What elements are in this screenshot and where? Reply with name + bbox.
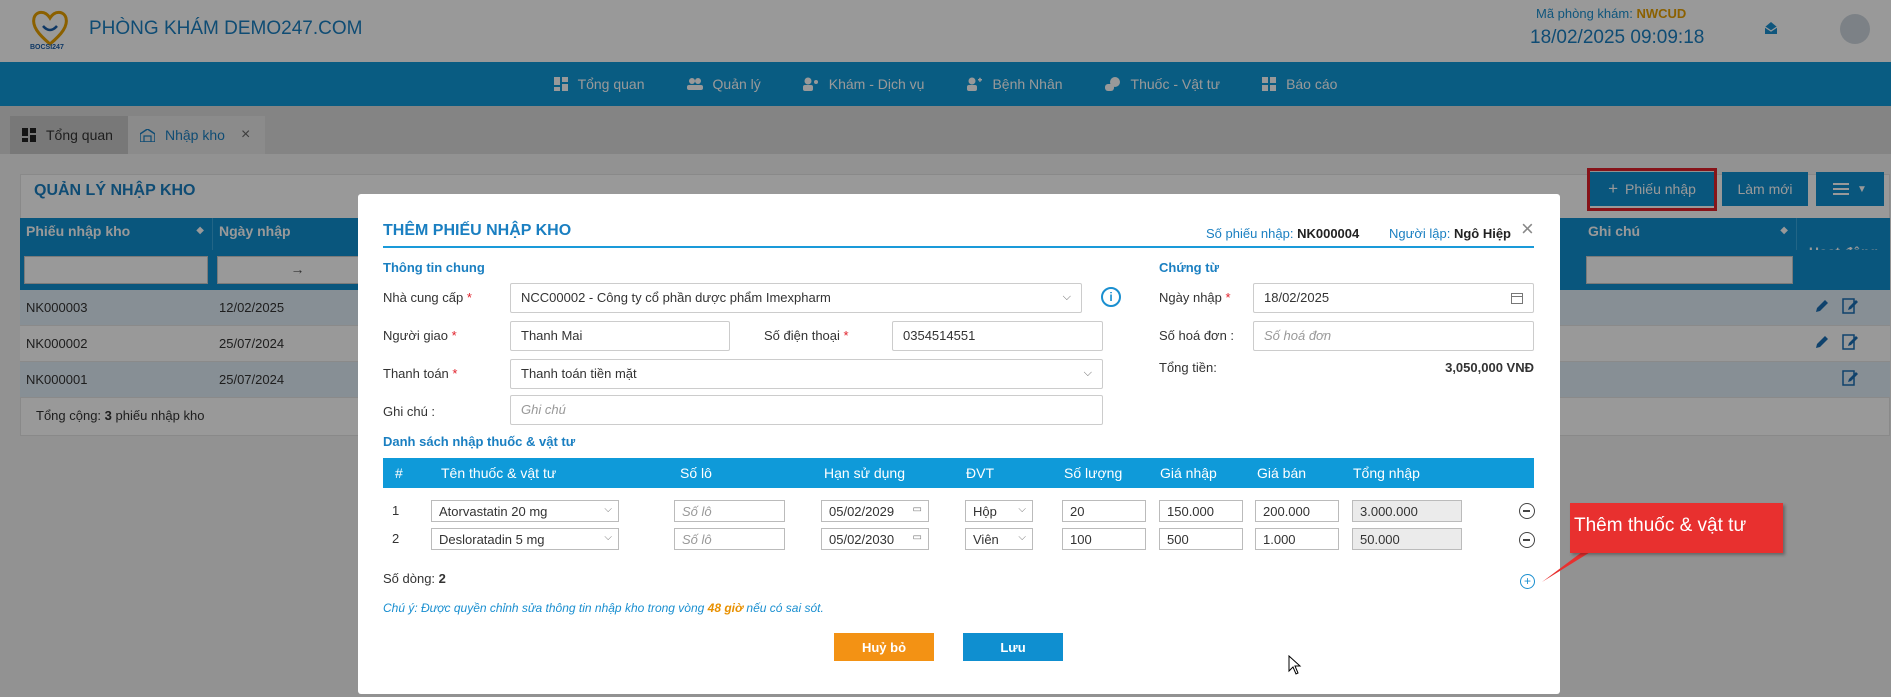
section-general: Thông tin chung (383, 260, 485, 275)
sale-price-input[interactable]: 1.000 (1255, 528, 1339, 550)
calendar-icon: ▭ (912, 504, 922, 515)
payment-label: Thanh toán * (383, 366, 458, 381)
import-price-input[interactable]: 500 (1159, 528, 1243, 550)
modal-title: THÊM PHIẾU NHẬP KHO (383, 222, 572, 239)
quantity-input[interactable]: 20 (1062, 500, 1146, 522)
lot-input[interactable]: Số lô (674, 500, 785, 522)
info-icon[interactable]: i (1101, 287, 1121, 307)
callout-add-item: Thêm thuốc & vật tư (1570, 503, 1783, 553)
item-number: 2 (392, 531, 400, 546)
section-item-list: Danh sách nhập thuốc & vật tư (383, 434, 576, 449)
chevron-down-icon: ⌵ (1062, 291, 1071, 303)
chevron-down-icon: ⌵ (604, 532, 612, 543)
sale-price-input[interactable]: 200.000 (1255, 500, 1339, 522)
mouse-cursor-icon (1288, 655, 1302, 675)
item-total: 3.000.000 (1352, 500, 1462, 522)
edit-note: Chú ý: Được quyền chỉnh sửa thông tin nh… (383, 601, 824, 615)
phone-input[interactable]: 0354514551 (892, 321, 1103, 351)
items-grid-header: # Tên thuốc & vật tư Số lô Hạn sử dụng Đ… (383, 458, 1534, 488)
note-label: Ghi chú : (383, 404, 436, 419)
expiry-date-input[interactable]: 05/02/2029 ▭ (821, 500, 929, 522)
chevron-down-icon: ⌵ (604, 504, 612, 515)
deliverer-label: Người giao * (383, 328, 457, 343)
item-number: 1 (392, 503, 400, 518)
remove-row-icon[interactable] (1519, 503, 1535, 519)
remove-row-icon[interactable] (1519, 532, 1535, 548)
receipt-number: Số phiếu nhập: NK000004 (1206, 226, 1360, 241)
add-row-icon[interactable]: + (1520, 574, 1535, 589)
date-label: Ngày nhập * (1159, 290, 1231, 305)
total-value: 3,050,000 VNĐ (1445, 360, 1534, 375)
import-price-input[interactable]: 150.000 (1159, 500, 1243, 522)
row-count: Số dòng: 2 (383, 571, 446, 586)
item-total: 50.000 (1352, 528, 1462, 550)
add-import-modal: THÊM PHIẾU NHẬP KHO Số phiếu nhập: NK000… (358, 194, 1560, 694)
close-icon[interactable]: × (1521, 216, 1534, 242)
payment-select[interactable]: Thanh toán tiền mặt ⌵ (510, 359, 1103, 389)
unit-select[interactable]: Hộp ⌵ (965, 500, 1033, 522)
title-divider (383, 246, 1534, 248)
calendar-icon: ▭ (912, 532, 922, 543)
created-by: Người lập: Ngô Hiệp (1389, 226, 1511, 241)
quantity-input[interactable]: 100 (1062, 528, 1146, 550)
note-input[interactable]: Ghi chú (510, 395, 1103, 425)
supplier-select[interactable]: NCC00002 - Công ty cổ phần dược phẩm Ime… (510, 283, 1082, 313)
supplier-label: Nhà cung cấp * (383, 290, 472, 305)
expiry-date-input[interactable]: 05/02/2030 ▭ (821, 528, 929, 550)
section-documents: Chứng từ (1159, 260, 1219, 275)
total-label: Tổng tiền: (1159, 360, 1217, 375)
item-name-select[interactable]: Atorvastatin 20 mg ⌵ (431, 500, 619, 522)
chevron-down-icon: ⌵ (1083, 367, 1092, 379)
deliverer-input[interactable]: Thanh Mai (510, 321, 730, 351)
lot-input[interactable]: Số lô (674, 528, 785, 550)
invoice-label: Số hoá đơn : (1159, 328, 1235, 343)
chevron-down-icon: ⌵ (1018, 532, 1026, 543)
invoice-input[interactable]: Số hoá đơn (1253, 321, 1534, 351)
calendar-icon (1511, 292, 1523, 307)
unit-select[interactable]: Viên ⌵ (965, 528, 1033, 550)
chevron-down-icon: ⌵ (1018, 504, 1026, 515)
phone-label: Số điện thoại * (764, 328, 849, 343)
import-date-input[interactable]: 18/02/2025 (1253, 283, 1534, 313)
cancel-button[interactable]: Huỷ bỏ (834, 633, 934, 661)
save-button[interactable]: Lưu (963, 633, 1063, 661)
item-name-select[interactable]: Desloratadin 5 mg ⌵ (431, 528, 619, 550)
